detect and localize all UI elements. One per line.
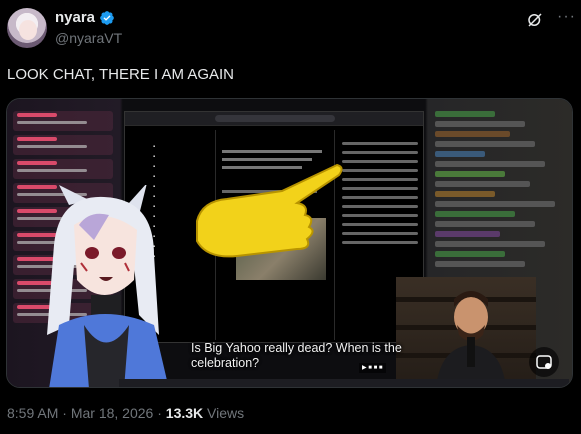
display-name[interactable]: nyara [55,9,95,26]
meta-separator-2: · [157,405,162,421]
tweet-header: nyara @nyaraVT ··· [0,0,581,60]
vtuber-avatar [47,185,169,387]
author-name-row: nyara [55,9,115,26]
post-time[interactable]: 8:59 AM [7,405,58,421]
meta-separator: · [62,405,67,421]
tweet-text: LOOK CHAT, THERE I AM AGAIN [7,66,234,83]
pointing-hand [196,163,343,258]
verified-badge-icon [100,10,114,25]
views-count[interactable]: 13.3K [166,405,203,421]
more-icon[interactable]: ··· [557,9,575,29]
stream-chat-right [427,105,572,285]
handle[interactable]: @nyaraVT [55,30,122,46]
avatar[interactable] [7,8,47,48]
desktop-taskbar [119,379,569,387]
tweet-meta: 8:59 AM · Mar 18, 2026 · 13.3K Views [7,405,244,421]
streamer-webcam [396,277,536,385]
stream-socials-bar: ▶ ■ ■ ■ [359,363,386,373]
grok-icon[interactable] [526,11,544,29]
gif-icon[interactable] [529,347,559,377]
x-right-column [340,136,420,286]
tweet-media[interactable]: ▪▪▪▪ ▪▪▪▪ ▪▪▪▪ [6,98,573,388]
post-date[interactable]: Mar 18, 2026 [71,405,154,421]
views-label: Views [207,405,245,421]
